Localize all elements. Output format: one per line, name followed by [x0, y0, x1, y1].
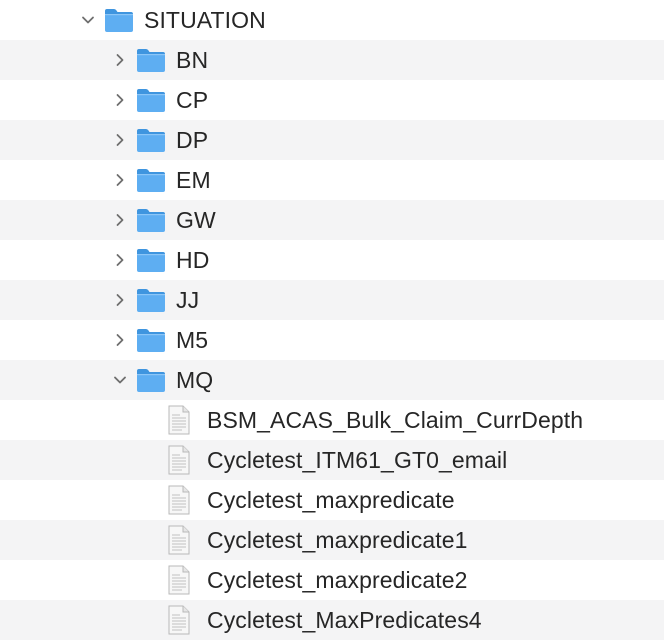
tree-row-label: Cycletest_MaxPredicates4	[207, 606, 482, 633]
folder-icon	[137, 169, 165, 192]
tree-row-file[interactable]: Cycletest_maxpredicate	[0, 480, 664, 520]
tree-row-file[interactable]: Cycletest_MaxPredicates4	[0, 600, 664, 640]
tree-row-label: CP	[176, 86, 209, 113]
tree-row-m5[interactable]: M5	[0, 320, 664, 360]
tree-row-label: Cycletest_maxpredicate	[207, 486, 455, 513]
chevron-right-icon[interactable]	[110, 90, 130, 110]
tree-row-label: GW	[176, 206, 216, 233]
document-icon	[168, 405, 190, 435]
tree-row-label: SITUATION	[144, 6, 266, 33]
tree-row-label: BSM_ACAS_Bulk_Claim_CurrDepth	[207, 406, 584, 433]
tree-row-label: M5	[176, 326, 209, 353]
document-icon	[168, 525, 190, 555]
tree-row-gw[interactable]: GW	[0, 200, 664, 240]
folder-icon	[137, 89, 165, 112]
tree-row-cp[interactable]: CP	[0, 80, 664, 120]
folder-icon	[137, 129, 165, 152]
tree-row-em[interactable]: EM	[0, 160, 664, 200]
folder-icon	[137, 49, 165, 72]
tree-row-file[interactable]: Cycletest_maxpredicate1	[0, 520, 664, 560]
chevron-right-icon[interactable]	[110, 210, 130, 230]
tree-row-label: Cycletest_maxpredicate2	[207, 566, 468, 593]
folder-icon	[137, 249, 165, 272]
document-icon	[168, 485, 190, 515]
folder-icon	[137, 289, 165, 312]
tree-row-mq[interactable]: MQ	[0, 360, 664, 400]
tree-row-label: BN	[176, 46, 209, 73]
chevron-right-icon[interactable]	[110, 50, 130, 70]
chevron-right-icon[interactable]	[110, 330, 130, 350]
tree-row-label: Cycletest_maxpredicate1	[207, 526, 468, 553]
chevron-down-icon[interactable]	[78, 10, 98, 30]
chevron-right-icon[interactable]	[110, 290, 130, 310]
chevron-down-icon[interactable]	[110, 370, 130, 390]
document-icon	[168, 605, 190, 635]
document-icon	[168, 445, 190, 475]
folder-icon	[137, 369, 165, 392]
tree-row-label: DP	[176, 126, 209, 153]
tree-row-file[interactable]: Cycletest_maxpredicate2	[0, 560, 664, 600]
tree-row-label: JJ	[176, 286, 200, 313]
tree-row-hd[interactable]: HD	[0, 240, 664, 280]
tree-row-bn[interactable]: BN	[0, 40, 664, 80]
chevron-right-icon[interactable]	[110, 170, 130, 190]
chevron-right-icon[interactable]	[110, 130, 130, 150]
tree-row-label: HD	[176, 246, 210, 273]
folder-icon	[137, 329, 165, 352]
document-icon	[168, 565, 190, 595]
tree-row-label: Cycletest_ITM61_GT0_email	[207, 446, 508, 473]
tree-row-jj[interactable]: JJ	[0, 280, 664, 320]
folder-icon	[105, 9, 133, 32]
folder-icon	[137, 209, 165, 232]
tree-row-label: MQ	[176, 366, 214, 393]
tree-row-dp[interactable]: DP	[0, 120, 664, 160]
chevron-right-icon[interactable]	[110, 250, 130, 270]
tree-row-situation[interactable]: SITUATION	[0, 0, 664, 40]
tree-row-file[interactable]: BSM_ACAS_Bulk_Claim_CurrDepth	[0, 400, 664, 440]
tree-row-file[interactable]: Cycletest_ITM61_GT0_email	[0, 440, 664, 480]
file-tree: SITUATION BN CP DP EM GW HD JJ M5 MQ BSM…	[0, 0, 664, 644]
tree-row-label: EM	[176, 166, 211, 193]
